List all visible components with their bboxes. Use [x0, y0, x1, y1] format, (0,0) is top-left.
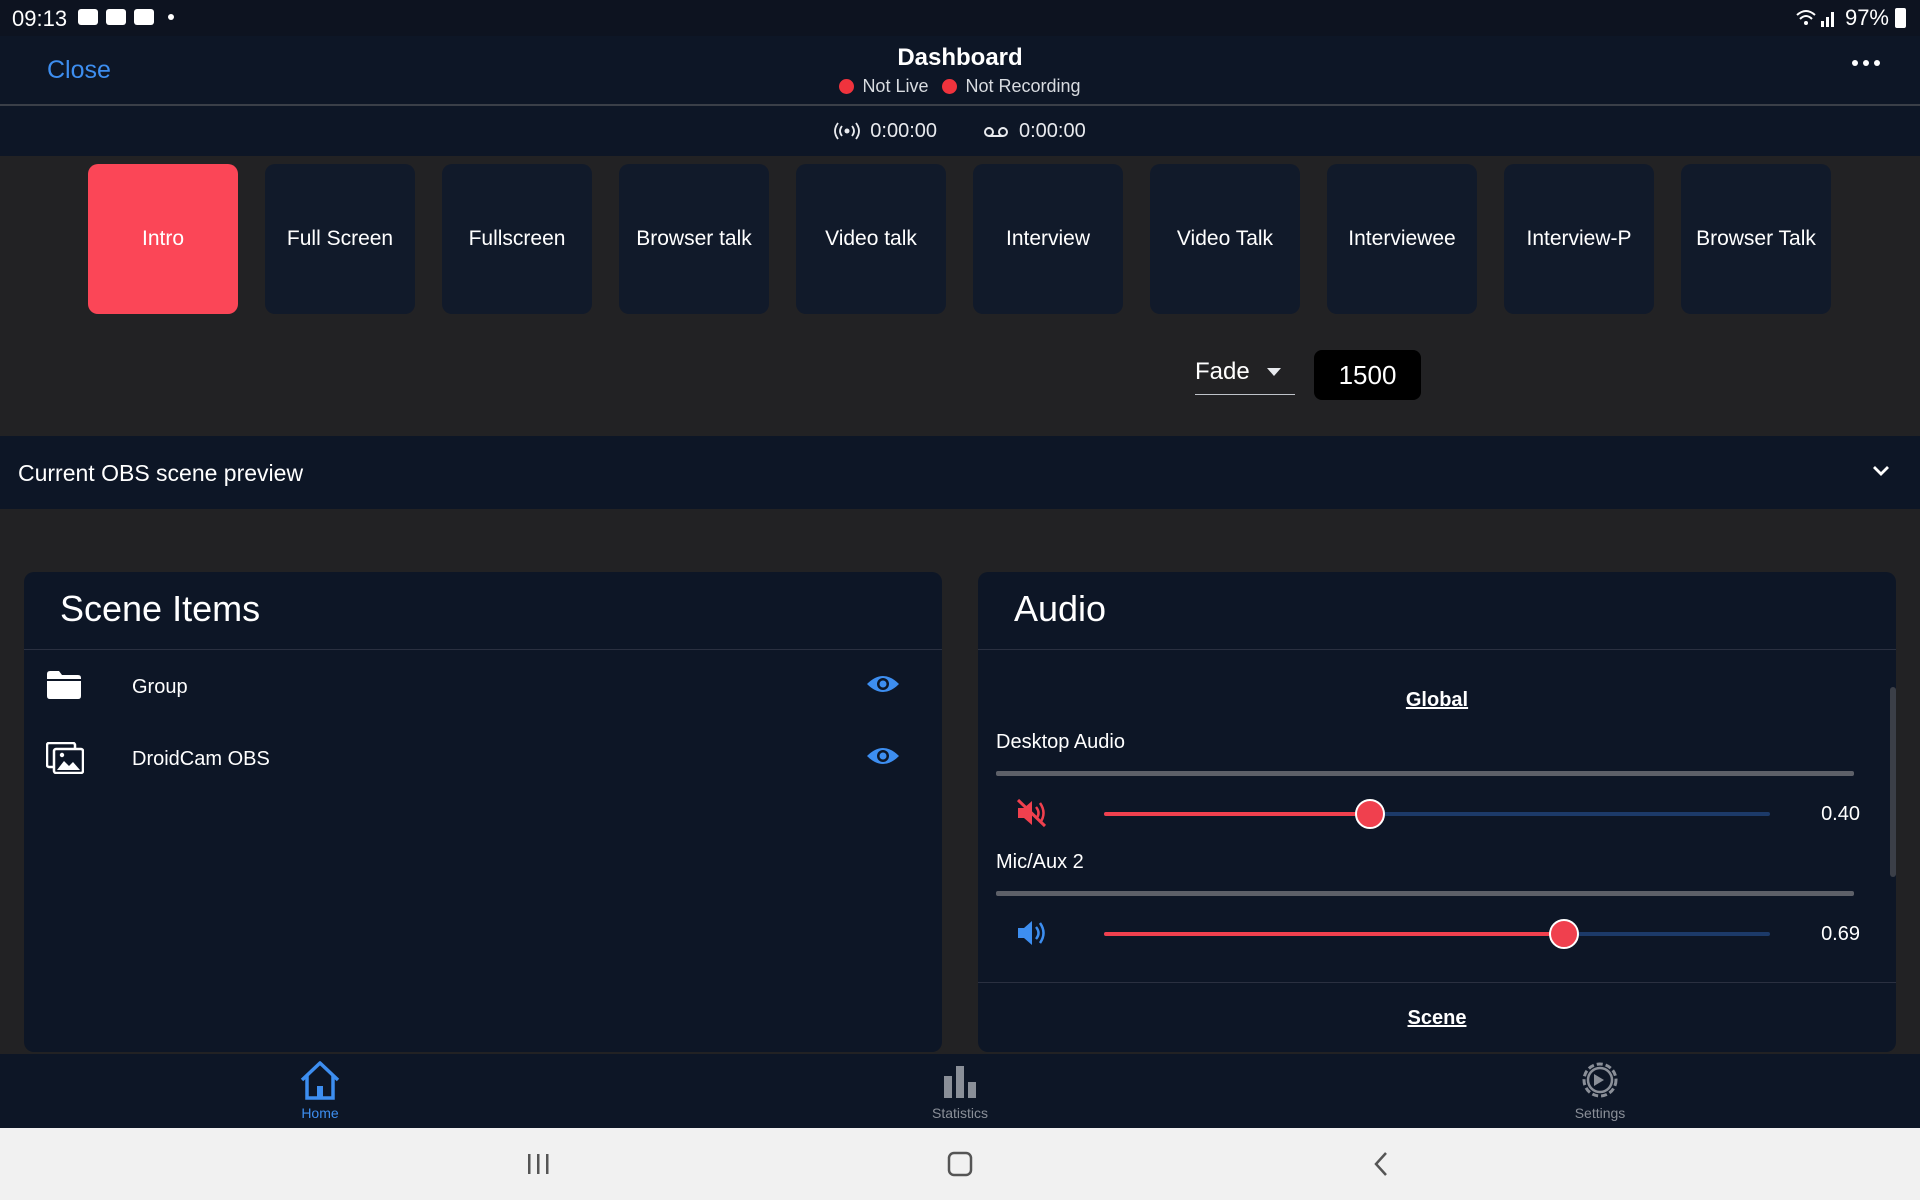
record-timer: 0:00:00 [983, 120, 1086, 143]
scene-button-intro[interactable]: Intro [88, 164, 238, 314]
scene-button-fullscreen[interactable]: Fullscreen [442, 164, 592, 314]
scene-items-card: Scene Items Group DroidCam OBS [24, 572, 942, 1052]
scene-button-full-screen[interactable]: Full Screen [265, 164, 415, 314]
volume-slider-fill [1104, 932, 1564, 936]
live-status-text: Not Live [862, 76, 929, 96]
scene-buttons: Intro Full Screen Fullscreen Browser tal… [88, 164, 1831, 314]
record-time: 0:00:00 [1019, 119, 1086, 142]
more-options-button[interactable] [1852, 60, 1880, 66]
recording-status-text: Not Recording [965, 76, 1081, 96]
scene-button-video-talk[interactable]: Video talk [796, 164, 946, 314]
stream-status: Not Live Not Recording [0, 76, 1920, 97]
divider [978, 982, 1896, 983]
volume-slider[interactable] [1104, 919, 1770, 949]
audio-card: Audio Global Desktop Audio 0.40 Mic/Aux … [978, 572, 1896, 1052]
dot-icon [1874, 60, 1880, 66]
volume-value: 0.69 [1821, 923, 1860, 945]
volume-slider[interactable] [1104, 799, 1770, 829]
transition-duration-input[interactable]: 1500 [1314, 350, 1421, 400]
recent-apps-icon[interactable] [526, 1152, 552, 1176]
dropdown-arrow-icon [1267, 368, 1281, 376]
battery-icon [1895, 8, 1906, 28]
scene-button-interview[interactable]: Interview [973, 164, 1123, 314]
volume-slider-fill [1104, 812, 1371, 816]
gear-icon [1582, 1062, 1618, 1098]
scene-button-interviewee[interactable]: Interviewee [1327, 164, 1477, 314]
audio-level-meter [996, 771, 1854, 776]
nav-home-label: Home [301, 1105, 339, 1121]
scene-item-name: Group [132, 676, 188, 698]
scene-preview-label: Current OBS scene preview [18, 460, 304, 486]
dot-icon [1852, 60, 1858, 66]
image-source-icon [46, 742, 84, 774]
wifi-signal-icon [1796, 10, 1834, 27]
scene-item-name: DroidCam OBS [132, 748, 270, 770]
bottom-navigation: Home Statistics Settings [0, 1054, 1920, 1128]
dot-icon [1863, 60, 1869, 66]
recording-status-dot-icon [942, 79, 958, 94]
page-title: Dashboard [897, 44, 1023, 71]
audio-source-name: Mic/Aux 2 [996, 851, 1084, 873]
audio-scrollbar[interactable] [1890, 687, 1896, 877]
transition-select[interactable]: Fade [1195, 350, 1295, 395]
scene-preview-expander[interactable]: Current OBS scene preview [0, 436, 1920, 509]
live-status-dot-icon [839, 79, 855, 94]
volume-icon[interactable] [1016, 918, 1048, 948]
audio-source-name: Desktop Audio [996, 731, 1125, 753]
broadcast-icon [834, 122, 861, 140]
nav-home[interactable]: Home [220, 1054, 420, 1128]
timers-bar: 0:00:00 0:00:00 [0, 106, 1920, 156]
nav-settings[interactable]: Settings [1500, 1054, 1700, 1128]
global-section-label: Global [1405, 689, 1469, 711]
audio-level-meter [996, 891, 1854, 896]
scene-items-title: Scene Items [60, 588, 261, 629]
nav-statistics[interactable]: Statistics [860, 1054, 1060, 1128]
gallery-notification-icon [78, 9, 98, 25]
volume-value: 0.40 [1821, 803, 1860, 825]
audio-title: Audio [1014, 588, 1107, 629]
scene-section-label: Scene [1407, 1007, 1467, 1029]
volume-slider-thumb[interactable] [1355, 799, 1386, 829]
scene-button-browser-talk[interactable]: Browser talk [619, 164, 769, 314]
voicemail-icon [984, 127, 1008, 137]
volume-muted-icon[interactable] [1016, 798, 1048, 828]
eye-icon[interactable] [866, 744, 900, 768]
system-navigation-bar [0, 1128, 1920, 1200]
more-notifications-icon [168, 14, 174, 20]
scene-button-interview-p[interactable]: Interview-P [1504, 164, 1654, 314]
youtube-notification-icon [106, 9, 126, 25]
app-header: Close Dashboard Not Live Not Recording [0, 36, 1920, 106]
battery-percentage: 97% [1844, 5, 1889, 30]
divider [24, 649, 942, 650]
notification-icons [78, 9, 174, 25]
stream-timer: 0:00:00 [834, 120, 937, 143]
scene-button-video-talk-2[interactable]: Video Talk [1150, 164, 1300, 314]
divider [978, 649, 1896, 650]
status-bar: 09:13 97% [0, 0, 1920, 36]
scene-button-browser-talk-2[interactable]: Browser Talk [1681, 164, 1831, 314]
chevron-down-icon [1873, 466, 1889, 476]
clock: 09:13 [12, 6, 68, 31]
scene-item-row[interactable]: Group [24, 652, 942, 724]
folder-icon [47, 671, 81, 699]
home-system-icon[interactable] [946, 1150, 974, 1178]
nav-settings-label: Settings [1574, 1105, 1626, 1121]
bar-chart-icon [944, 1066, 976, 1098]
eye-icon[interactable] [866, 672, 900, 696]
home-icon [300, 1061, 340, 1100]
scene-item-row[interactable]: DroidCam OBS [24, 724, 942, 796]
back-icon[interactable] [1370, 1150, 1394, 1178]
youtube-notification-icon [134, 9, 154, 25]
transition-value: Fade [1195, 358, 1250, 385]
nav-statistics-label: Statistics [931, 1105, 988, 1121]
volume-slider-thumb[interactable] [1548, 919, 1579, 949]
system-indicators: 97% [1795, 5, 1906, 31]
stream-time: 0:00:00 [870, 119, 937, 142]
